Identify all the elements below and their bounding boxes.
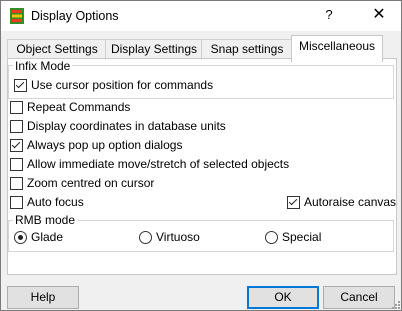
zoom-centred-checkbox[interactable] (10, 177, 23, 190)
window-title: Display Options (31, 9, 119, 23)
auto-focus-checkbox[interactable] (10, 196, 23, 209)
app-icon (10, 8, 24, 24)
tab-display-settings[interactable]: Display Settings (105, 39, 203, 60)
always-popup-checkbox[interactable] (10, 139, 23, 152)
tab-label: Display Settings (110, 42, 198, 56)
title-bar[interactable]: Display Options ? ✕ (1, 1, 401, 31)
special-label[interactable]: Special (282, 230, 321, 244)
display-coordinates-checkbox[interactable] (10, 120, 23, 133)
use-cursor-checkbox[interactable] (14, 79, 27, 92)
resize-grip-icon[interactable] (390, 299, 400, 309)
tab-object-settings[interactable]: Object Settings (7, 39, 107, 60)
allow-immediate-checkbox[interactable] (10, 158, 23, 171)
ok-button[interactable]: OK (247, 286, 319, 309)
display-options-dialog: Display Options ? ✕ Object Settings Disp… (0, 0, 402, 311)
tab-miscellaneous[interactable]: Miscellaneous (291, 35, 383, 62)
tab-panel-miscellaneous: Infix Mode Use cursor position for comma… (7, 58, 397, 275)
tab-snap-settings[interactable]: Snap settings (201, 39, 293, 60)
tab-label: Object Settings (16, 42, 98, 56)
autoraise-canvas-checkbox[interactable] (287, 196, 300, 209)
allow-immediate-label[interactable]: Allow immediate move/stretch of selected… (27, 157, 289, 171)
help-button[interactable]: Help (7, 286, 79, 309)
context-help-button[interactable]: ? (322, 7, 336, 22)
zoom-centred-label[interactable]: Zoom centred on cursor (27, 176, 154, 190)
virtuoso-radio[interactable] (139, 231, 152, 244)
display-coordinates-label[interactable]: Display coordinates in database units (27, 119, 226, 133)
use-cursor-label[interactable]: Use cursor position for commands (31, 78, 213, 92)
rmb-mode-label: RMB mode (13, 213, 78, 227)
auto-focus-label[interactable]: Auto focus (27, 195, 84, 209)
repeat-commands-checkbox[interactable] (10, 101, 23, 114)
tab-label: Snap settings (210, 42, 284, 56)
special-radio[interactable] (265, 231, 278, 244)
virtuoso-label[interactable]: Virtuoso (156, 230, 200, 244)
autoraise-canvas-label[interactable]: Autoraise canvas (304, 195, 396, 209)
glade-radio[interactable] (14, 231, 27, 244)
close-button[interactable]: ✕ (367, 3, 391, 27)
tab-label: Miscellaneous (298, 39, 376, 53)
glade-label[interactable]: Glade (31, 230, 63, 244)
infix-mode-label: Infix Mode (13, 59, 73, 73)
repeat-commands-label[interactable]: Repeat Commands (27, 100, 130, 114)
cancel-button[interactable]: Cancel (323, 286, 395, 309)
always-popup-label[interactable]: Always pop up option dialogs (27, 138, 182, 152)
